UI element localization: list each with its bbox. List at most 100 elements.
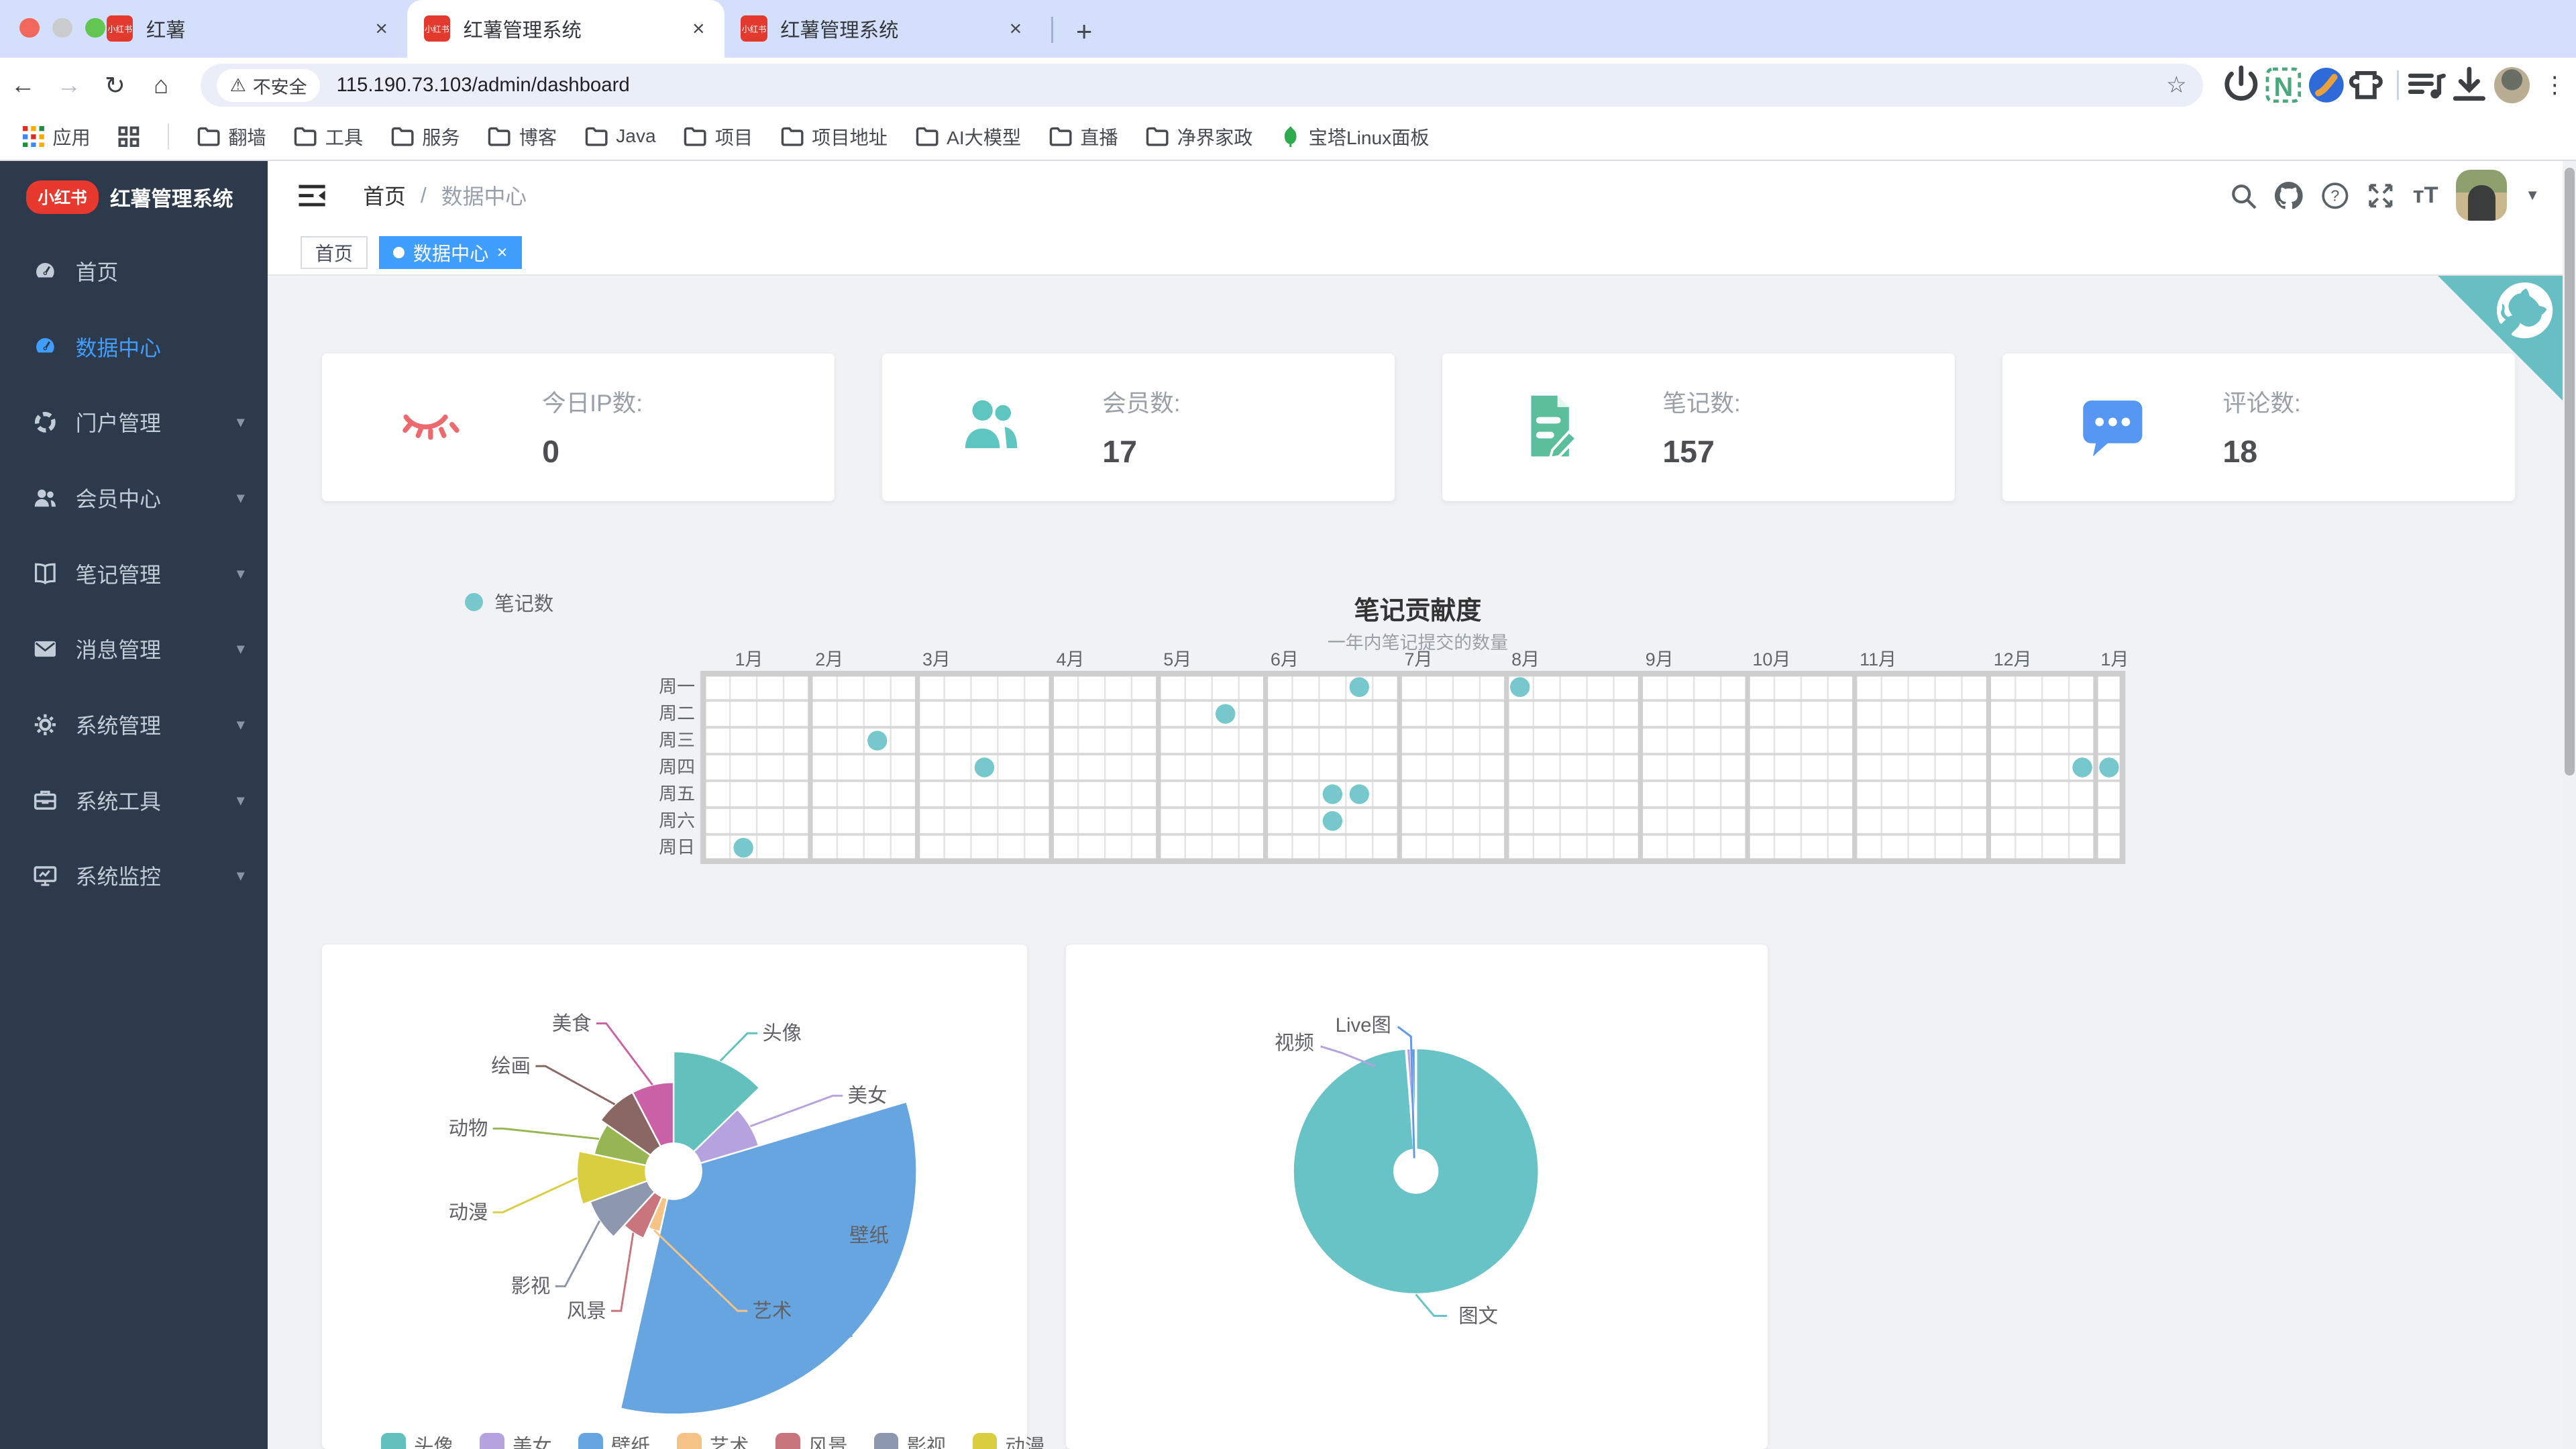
bookmark-folder[interactable]: 净界家政 <box>1146 123 1252 150</box>
bookmark-folder[interactable]: 项目 <box>684 123 753 150</box>
bookmark-folder[interactable]: 工具 <box>294 123 363 150</box>
tab-close-icon[interactable]: × <box>372 16 390 41</box>
sidebar-item-home[interactable]: 首页 <box>0 233 268 309</box>
heatmap-point[interactable] <box>2072 757 2092 777</box>
heatmap-point[interactable] <box>1323 784 1342 804</box>
github-octocat-icon <box>2485 271 2565 350</box>
bookmark-folder[interactable]: Java <box>585 125 656 147</box>
heatmap-point[interactable] <box>1510 677 1529 696</box>
heatmap-legend[interactable]: 笔记数 <box>465 588 553 616</box>
rose-slice-label: 动漫 <box>449 1201 488 1224</box>
heatmap-point[interactable] <box>1323 811 1342 830</box>
url-text[interactable]: 115.190.73.103/admin/dashboard <box>337 74 630 97</box>
bookmark-folder[interactable]: 服务 <box>391 123 460 150</box>
font-size-icon[interactable]: тT <box>2413 182 2438 209</box>
heatmap-point[interactable] <box>867 731 887 750</box>
downloads-icon[interactable] <box>2448 64 2491 107</box>
chevron-down-icon: ▾ <box>237 865 245 885</box>
bookmark-folder[interactable]: 翻墙 <box>197 123 266 150</box>
note-type-donut-chart[interactable]: 图文视频Live图 <box>1066 945 1768 1449</box>
category-rose-chart[interactable]: 头像美女壁纸艺术风景影视动漫动物绘画美食 <box>322 945 1027 1449</box>
help-icon[interactable]: ? <box>2321 182 2349 210</box>
heatmap-point[interactable] <box>1349 784 1368 804</box>
notion-extension-icon[interactable]: N <box>2262 64 2305 107</box>
label-leader-line <box>1321 1046 1375 1066</box>
sidebar-item-menu[interactable]: 消息管理▾ <box>0 611 268 687</box>
bookmark-folder[interactable]: 直播 <box>1049 123 1118 150</box>
bookmark-folder[interactable]: AI大模型 <box>916 123 1022 150</box>
label-leader-line <box>596 1024 653 1085</box>
playlist-icon[interactable] <box>2405 64 2448 107</box>
view-tag[interactable]: 数据中心× <box>379 236 522 269</box>
search-icon[interactable] <box>2229 182 2257 210</box>
minimize-window-icon[interactable] <box>52 18 72 38</box>
bookmark-baota[interactable]: 宝塔Linux面板 <box>1281 123 1430 150</box>
app-logo[interactable]: 小红书 红薯管理系统 <box>0 161 268 233</box>
sidebar-item-menu[interactable]: 系统工具▾ <box>0 762 268 838</box>
power-extension-icon[interactable] <box>2220 64 2263 107</box>
sidebar-item-menu[interactable]: 系统管理▾ <box>0 687 268 763</box>
new-tab-button[interactable]: + <box>1076 15 1092 48</box>
bookmark-folder[interactable]: 博客 <box>488 123 557 150</box>
forward-icon[interactable]: → <box>46 71 93 99</box>
tag-dot-icon <box>393 247 405 258</box>
heatmap-point[interactable] <box>975 757 994 777</box>
user-avatar[interactable] <box>2456 170 2507 221</box>
legend-item[interactable]: 美女 <box>480 1431 552 1449</box>
weekday-label: 周二 <box>659 703 695 723</box>
breadcrumb-home[interactable]: 首页 <box>363 180 406 211</box>
sidebar-item-menu[interactable]: 门户管理▾ <box>0 384 268 460</box>
legend-item[interactable]: 风景 <box>775 1431 848 1449</box>
bookmark-folder[interactable]: 项目地址 <box>781 123 888 150</box>
extensions-puzzle-icon[interactable] <box>2348 64 2391 107</box>
legend-item[interactable]: 动漫 <box>973 1431 1045 1449</box>
sidebar-item-menu[interactable]: 会员中心▾ <box>0 460 268 536</box>
back-icon[interactable]: ← <box>0 71 46 99</box>
donut-slice-label: Live图 <box>1336 1014 1391 1036</box>
legend-item[interactable]: 艺术 <box>677 1431 749 1449</box>
warning-icon: ⚠ <box>230 75 246 96</box>
rose-slice[interactable] <box>621 1102 917 1414</box>
rose-slice-label: 壁纸 <box>849 1224 889 1246</box>
apps-bookmark[interactable]: 应用 <box>23 123 90 150</box>
heatmap-point[interactable] <box>1216 704 1235 723</box>
contribution-heatmap[interactable]: 1月2月3月4月5月6月7月8月9月10月11月12月1月周一周二周三周四周五周… <box>647 651 2134 891</box>
legend-item[interactable]: 头像 <box>381 1431 453 1449</box>
page-scrollbar[interactable] <box>2563 161 2576 1449</box>
reload-icon[interactable]: ↻ <box>92 71 138 100</box>
browser-tab[interactable]: 小红书红薯管理系统× <box>407 0 724 58</box>
chevron-down-icon[interactable]: ▼ <box>2525 186 2540 204</box>
home-icon[interactable]: ⌂ <box>138 71 184 99</box>
tab-groups-icon[interactable] <box>118 126 140 148</box>
close-window-icon[interactable] <box>19 18 39 38</box>
legend-swatch-icon <box>775 1433 800 1449</box>
legend-item[interactable]: 壁纸 <box>578 1431 651 1449</box>
address-bar[interactable]: ⚠ 不安全 115.190.73.103/admin/dashboard ☆ <box>201 64 2203 107</box>
paint-extension-icon[interactable] <box>2305 64 2348 107</box>
tab-close-icon[interactable]: × <box>1006 16 1025 41</box>
heatmap-point[interactable] <box>1349 677 1368 696</box>
browser-tab[interactable]: 小红书红薯× <box>91 0 408 58</box>
profile-avatar[interactable] <box>2491 67 2534 103</box>
sidebar-item-menu[interactable]: 系统监控▾ <box>0 838 268 914</box>
security-chip[interactable]: ⚠ 不安全 <box>217 69 320 102</box>
heatmap-point[interactable] <box>2099 757 2118 777</box>
stat-value: 0 <box>542 433 643 470</box>
browser-menu-icon[interactable]: ⋮ <box>2533 72 2576 99</box>
fold-sidebar-icon[interactable] <box>297 182 327 209</box>
legend-item[interactable]: 影视 <box>874 1431 947 1449</box>
stat-card: 笔记数:157 <box>1442 354 1955 501</box>
scrollbar-thumb[interactable] <box>2565 168 2575 775</box>
heatmap-point[interactable] <box>733 838 753 857</box>
sidebar-item-menu[interactable]: 笔记管理▾ <box>0 535 268 611</box>
fullscreen-icon[interactable] <box>2367 182 2395 210</box>
bookmark-star-icon[interactable]: ☆ <box>2166 72 2187 99</box>
tag-close-icon[interactable]: × <box>497 242 508 263</box>
sidebar-item-data-center[interactable]: 数据中心 <box>0 309 268 384</box>
browser-tab[interactable]: 小红书红薯管理系统× <box>724 0 1042 58</box>
bookmark-label: 直播 <box>1080 123 1118 150</box>
github-icon[interactable] <box>2275 182 2303 210</box>
tab-close-icon[interactable]: × <box>689 16 708 41</box>
view-tag[interactable]: 首页 <box>301 236 367 269</box>
mail-icon <box>33 637 58 661</box>
